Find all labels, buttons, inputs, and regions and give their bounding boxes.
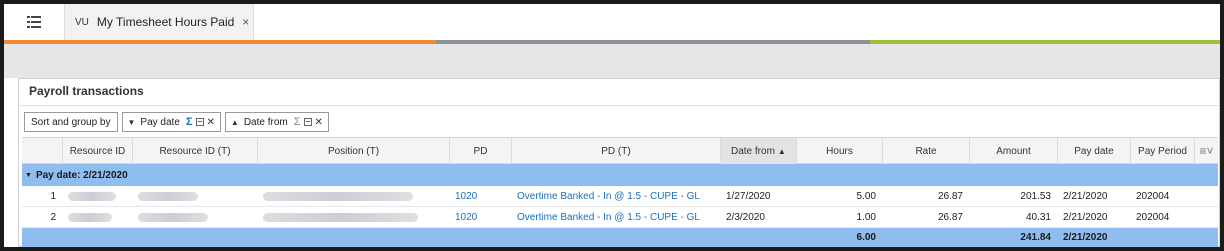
remove-icon[interactable]: ✕ bbox=[207, 117, 215, 128]
position-t-cell bbox=[257, 186, 449, 207]
total-hours: 6.00 bbox=[856, 232, 876, 243]
collapse-icon[interactable] bbox=[303, 118, 312, 126]
remove-icon[interactable]: ✕ bbox=[315, 117, 323, 128]
total-pay-date: 2/21/2020 bbox=[1063, 232, 1108, 243]
column-header-pay-period[interactable]: Pay Period bbox=[1130, 138, 1194, 164]
column-header-amount[interactable]: Amount bbox=[969, 138, 1057, 164]
column-header-date-from[interactable]: Date from ▲ bbox=[720, 138, 796, 164]
hours-cell: 1.00 bbox=[856, 212, 876, 223]
tab-title: My Timesheet Hours Paid bbox=[96, 15, 235, 29]
group-total-row: 6.00 241.84 2/21/2020 bbox=[22, 228, 1218, 247]
grid-header: Resource ID Resource ID (T) Position (T)… bbox=[22, 137, 1218, 164]
row-number: 1 bbox=[50, 191, 56, 202]
sort-desc-icon: ▼ bbox=[127, 117, 136, 127]
tab-my-timesheet-hours-paid[interactable]: VU My Timesheet Hours Paid × bbox=[64, 4, 254, 40]
payroll-transactions-panel: Payroll transactions Sort and group by ▼… bbox=[18, 78, 1220, 247]
column-header-resource-id-t[interactable]: Resource ID (T) bbox=[132, 138, 257, 164]
tab-badge: VU bbox=[75, 16, 89, 28]
row-number: 2 bbox=[50, 212, 56, 223]
sort-chip-label: Date from bbox=[243, 116, 288, 128]
amount-cell: 40.31 bbox=[1025, 212, 1051, 223]
divider bbox=[19, 105, 1219, 106]
sort-chip-pay-date[interactable]: ▼ Pay date Σ ✕ bbox=[121, 112, 221, 132]
sort-chip-label: Pay date bbox=[140, 116, 180, 128]
column-header-pd-t[interactable]: PD (T) bbox=[511, 138, 720, 164]
pay-date-cell: 2/21/2020 bbox=[1063, 191, 1108, 202]
toolbar-band bbox=[4, 44, 1220, 78]
menu-button[interactable] bbox=[4, 4, 64, 40]
sum-icon[interactable]: Σ bbox=[186, 116, 193, 128]
group-header-row[interactable]: ▼ Pay date: 2/21/2020 bbox=[22, 164, 1218, 186]
row-number-header bbox=[22, 138, 62, 164]
pd-link[interactable]: 1020 bbox=[449, 186, 511, 207]
column-header-rate[interactable]: Rate bbox=[882, 138, 969, 164]
column-header-label: Date from bbox=[731, 145, 775, 157]
pd-link[interactable]: 1020 bbox=[449, 207, 511, 228]
pd-t-link[interactable]: Overtime Banked - In @ 1.5 - CUPE - GL bbox=[511, 207, 720, 228]
data-grid: Resource ID Resource ID (T) Position (T)… bbox=[22, 137, 1218, 247]
rate-cell: 26.87 bbox=[937, 212, 963, 223]
app-window: VU My Timesheet Hours Paid × Payroll tra… bbox=[4, 4, 1220, 247]
hours-cell: 5.00 bbox=[856, 191, 876, 202]
sort-and-group-button[interactable]: Sort and group by bbox=[24, 112, 118, 132]
tab-strip: VU My Timesheet Hours Paid × bbox=[4, 4, 1220, 44]
sort-asc-icon: ▲ bbox=[230, 117, 239, 127]
column-header-pay-date[interactable]: Pay date bbox=[1057, 138, 1130, 164]
sort-group-row: Sort and group by ▼ Pay date Σ ✕ ▲ Date … bbox=[24, 112, 333, 132]
resource-id-t-cell bbox=[132, 186, 257, 207]
date-from-cell: 1/27/2020 bbox=[726, 191, 771, 202]
rate-cell: 26.87 bbox=[937, 191, 963, 202]
resource-id-cell bbox=[62, 186, 132, 207]
date-from-cell: 2/3/2020 bbox=[726, 212, 765, 223]
group-label: Pay date: 2/21/2020 bbox=[35, 169, 128, 181]
sort-asc-icon: ▲ bbox=[777, 146, 786, 156]
column-chooser-icon[interactable]: ≡˅ bbox=[1194, 138, 1218, 164]
pd-t-link[interactable]: Overtime Banked - In @ 1.5 - CUPE - GL bbox=[511, 186, 720, 207]
column-header-resource-id[interactable]: Resource ID bbox=[62, 138, 132, 164]
panel-title: Payroll transactions bbox=[29, 84, 144, 98]
sort-chip-date-from[interactable]: ▲ Date from Σ ✕ bbox=[224, 112, 329, 132]
column-header-hours[interactable]: Hours bbox=[796, 138, 882, 164]
amount-cell: 201.53 bbox=[1020, 191, 1051, 202]
column-header-pd[interactable]: PD bbox=[449, 138, 511, 164]
resource-id-cell bbox=[62, 207, 132, 228]
pay-date-cell: 2/21/2020 bbox=[1063, 212, 1108, 223]
table-row[interactable]: 2 1020 Overtime Banked - In @ 1.5 - CUPE… bbox=[22, 207, 1218, 228]
table-row[interactable]: 1 1020 Overtime Banked - In @ 1.5 - CUPE… bbox=[22, 186, 1218, 207]
total-amount: 241.84 bbox=[1020, 232, 1051, 243]
collapse-icon[interactable] bbox=[195, 118, 204, 126]
pay-period-cell: 202004 bbox=[1136, 212, 1170, 223]
collapse-triangle-icon[interactable]: ▼ bbox=[25, 172, 32, 179]
sum-icon[interactable]: Σ bbox=[294, 116, 301, 128]
column-header-position-t[interactable]: Position (T) bbox=[257, 138, 449, 164]
close-icon[interactable]: × bbox=[242, 15, 249, 29]
pay-period-cell: 202004 bbox=[1136, 191, 1170, 202]
position-t-cell bbox=[257, 207, 449, 228]
resource-id-t-cell bbox=[132, 207, 257, 228]
list-icon bbox=[27, 16, 41, 28]
